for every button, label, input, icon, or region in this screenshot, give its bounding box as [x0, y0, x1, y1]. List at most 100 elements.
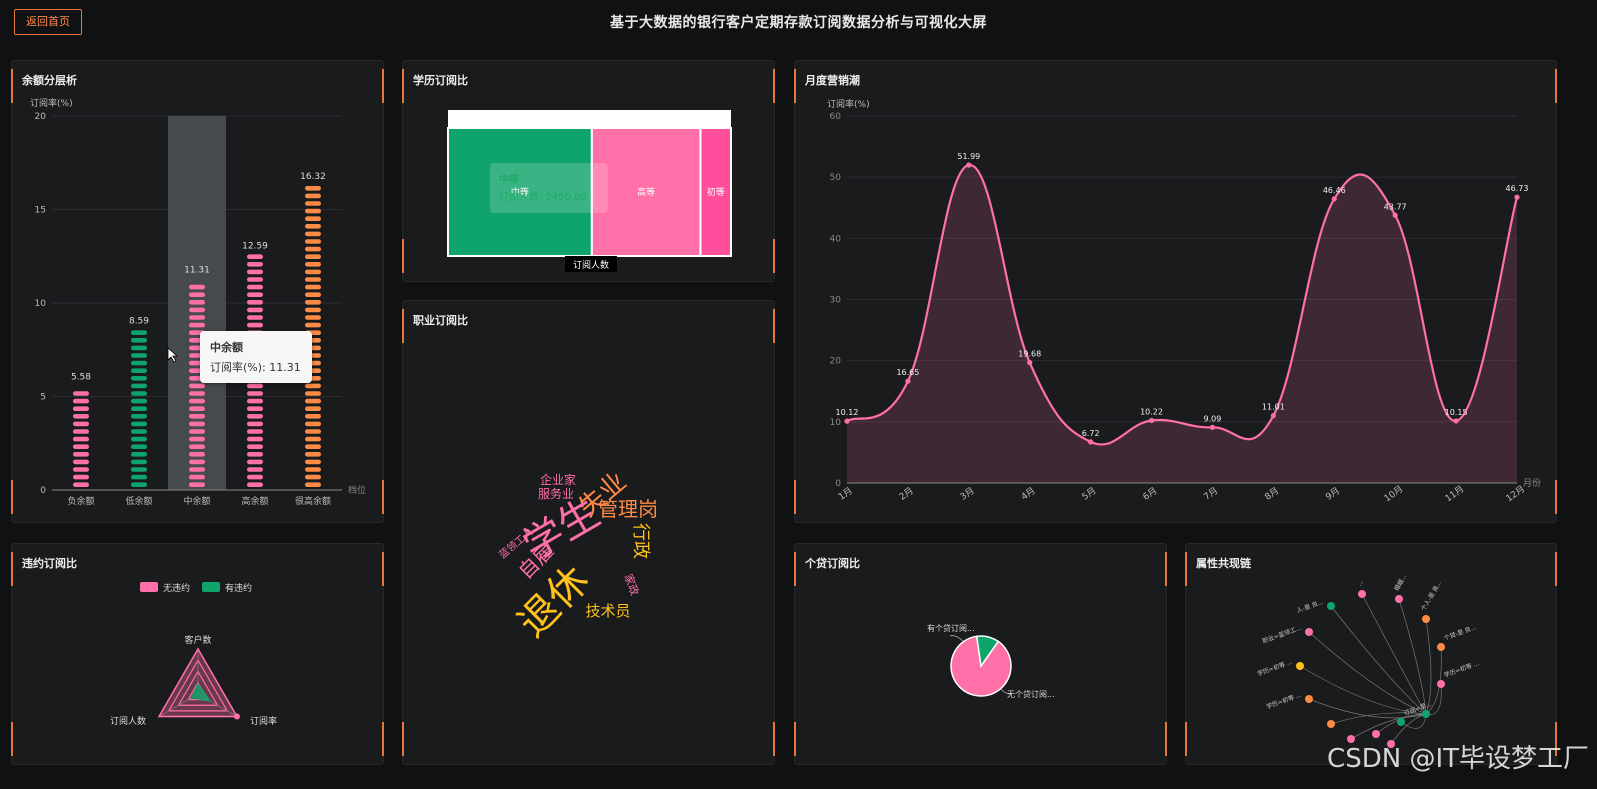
monthly-point [905, 378, 911, 384]
balance-bar-segment [247, 254, 263, 259]
balance-bar-segment [189, 307, 205, 313]
monthly-point [1088, 439, 1094, 445]
balance-bar-segment [73, 452, 89, 457]
mouse-cursor-icon [167, 347, 179, 363]
balance-bar-segment [247, 284, 263, 290]
balance-bar-segment [305, 284, 321, 290]
treemap-cell-label: 高等 [637, 186, 655, 198]
treemap-cell-label: 初等 [707, 186, 725, 198]
balance-bar-segment [305, 193, 321, 199]
wordcloud-word: 技术员 [585, 602, 630, 620]
balance-bar-segment [305, 383, 321, 389]
balance-bar-segment [305, 406, 321, 411]
balance-bar-segment [305, 239, 321, 244]
graph-node-label: 学历=初等 ... [1256, 658, 1293, 678]
monthly-data-label: 9.09 [1204, 414, 1222, 423]
balance-bar-segment [189, 284, 205, 290]
monthly-x-tick: 3月 [958, 485, 976, 502]
balance-bar-segment [247, 322, 263, 328]
balance-bar-segment [131, 467, 147, 472]
balance-x-tick: 高余额 [241, 495, 268, 507]
balance-bar-segment [131, 482, 147, 487]
balance-bar-segment [131, 414, 147, 419]
balance-bar-segment [247, 467, 263, 472]
balance-bar-segment [189, 452, 205, 457]
graph-node [1437, 643, 1445, 651]
monthly-point [1331, 196, 1337, 202]
monthly-x-tick: 9月 [1324, 485, 1342, 502]
loan-panel: 个贷订阅比 有个贷订阅... 无个贷订阅... [794, 543, 1167, 765]
balance-bar-segment [131, 406, 147, 411]
balance-bar-segment [247, 398, 263, 404]
balance-bar-segment [305, 277, 321, 282]
balance-bar-segment [247, 307, 263, 313]
balance-y-tick: 10 [35, 299, 47, 309]
balance-bar-segment [189, 459, 205, 465]
balance-bar-segment [189, 414, 205, 419]
monthly-data-label: 10.22 [1140, 407, 1163, 416]
balance-bar-segment [131, 330, 147, 335]
balance-bar-segment [247, 262, 263, 267]
monthly-point [844, 418, 850, 424]
monthly-point [1270, 413, 1276, 419]
loan-pie-chart: 有个贷订阅... 无个贷订阅... [927, 623, 1055, 699]
balance-bar-segment [247, 459, 263, 465]
radar-legend-swatch [140, 582, 158, 592]
graph-node [1437, 680, 1445, 688]
monthly-y-tick: 50 [830, 173, 842, 183]
balance-panel: 余额分层析 订阅率(%) 0 5 10 15 20 5.58 负余额 8.59 低余额 11.31 中… [11, 60, 384, 523]
wordcloud-word: 服务业 [538, 486, 574, 501]
monthly-data-label: 16.65 [896, 368, 919, 377]
balance-bar-segment [305, 482, 321, 487]
balance-bar-segment [73, 406, 89, 411]
graph-node [1296, 662, 1304, 670]
monthly-data-label: 10.12 [836, 408, 859, 417]
balance-bar-segment [305, 208, 321, 214]
monthly-data-label: 6.72 [1082, 429, 1100, 438]
balance-bar [73, 391, 89, 487]
balance-bar-segment [305, 292, 321, 297]
radar-indicator-label: 订阅人数 [110, 715, 146, 727]
balance-bar-segment [131, 391, 147, 396]
balance-bar-segment [247, 315, 263, 320]
graph-node-label: 职业=蓝领工... [1261, 624, 1302, 645]
balance-bar-segment [189, 292, 205, 297]
balance-data-label: 5.58 [71, 373, 91, 383]
monthly-y-tick: 60 [830, 112, 842, 122]
monthly-point [966, 162, 972, 168]
balance-bar-segment [247, 421, 263, 427]
monthly-x-tick: 7月 [1202, 485, 1220, 502]
balance-bar-segment [73, 429, 89, 434]
treemap-tooltip-value: 订阅人数: 2450.00 [499, 190, 587, 203]
balance-bar-segment [305, 307, 321, 313]
balance-chart: 订阅率(%) 0 5 10 15 20 5.58 负余额 8.59 低余额 11.31 中余额 12.5… [30, 97, 366, 507]
balance-bar-segment [73, 414, 89, 419]
balance-data-label: 8.59 [129, 316, 149, 326]
balance-tooltip: 中余额 订阅率(%): 11.31 [200, 331, 312, 383]
monthly-data-label: 19.68 [1018, 350, 1041, 359]
graph-edge [1299, 665, 1427, 715]
balance-bar-segment [131, 353, 147, 358]
balance-bar-segment [305, 444, 321, 449]
balance-y-tick: 15 [35, 206, 46, 216]
monthly-panel: 月度营销潮 订阅率(%) 0 10 20 30 40 50 60 10.12 1月 16.65 2月 5… [794, 60, 1557, 523]
balance-bar-segment [131, 345, 147, 351]
monthly-y-tick: 20 [830, 357, 842, 367]
graph-edge [1308, 631, 1427, 715]
balance-bar-segment [131, 383, 147, 389]
balance-bar-segment [131, 436, 147, 442]
balance-bar-segment [131, 421, 147, 427]
balance-y-tick: 20 [35, 112, 47, 122]
graph-node-label: ... [1356, 579, 1365, 588]
attr-panel: 属性共现链 人-是 良...... 婚姻... 个人-是 良... 个贷-是 良...… [1185, 543, 1557, 765]
monthly-point [1453, 418, 1459, 424]
balance-y-tick: 0 [40, 486, 46, 496]
balance-bar-segment [73, 459, 89, 465]
monthly-point [1209, 424, 1216, 430]
balance-bar-segment [189, 467, 205, 472]
balance-x-tick: 负余额 [67, 495, 94, 507]
balance-bar-segment [189, 391, 205, 396]
radar-indicator-label: 客户数 [184, 634, 211, 646]
pie-label: 有个贷订阅... [927, 623, 975, 633]
radar-legend-label: 无违约 [163, 582, 190, 594]
